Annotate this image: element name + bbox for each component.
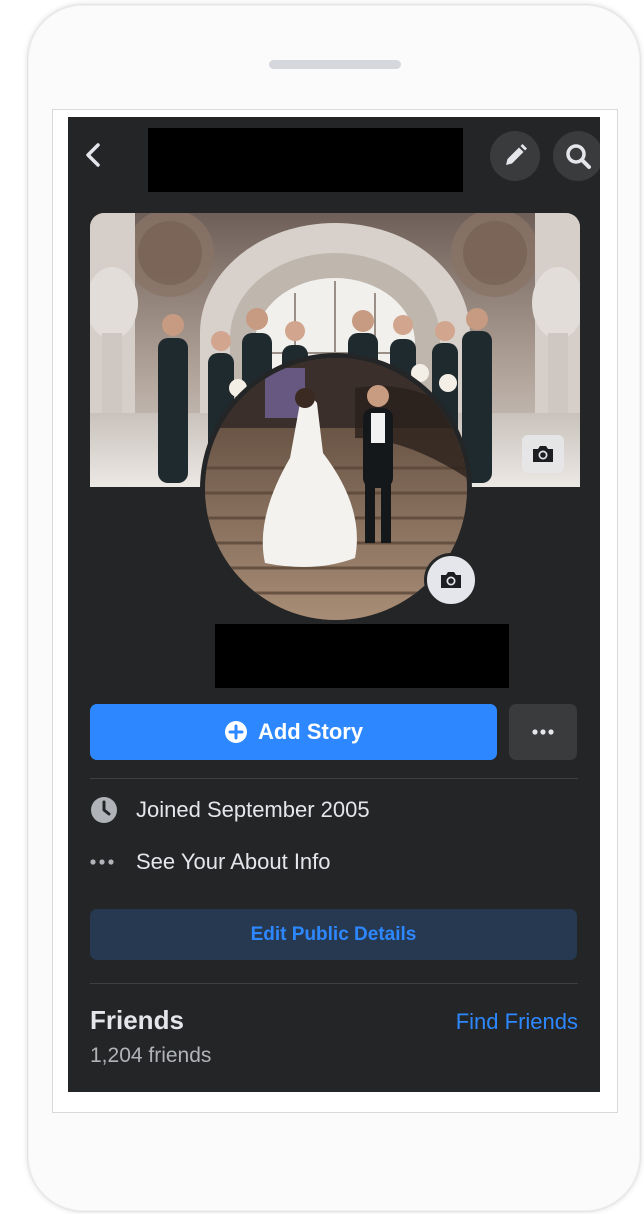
ellipsis-icon xyxy=(532,729,554,735)
phone-frame: Add Story Joined September 2005 See Your… xyxy=(27,4,641,1212)
search-button[interactable] xyxy=(553,131,600,181)
add-story-button[interactable]: Add Story xyxy=(90,704,497,760)
redacted-profile-name xyxy=(215,624,509,688)
plus-circle-icon xyxy=(224,721,247,743)
redacted-name-header xyxy=(148,128,463,192)
profile-screen: Add Story Joined September 2005 See Your… xyxy=(68,117,600,1092)
clock-icon xyxy=(90,796,120,824)
more-options-button[interactable] xyxy=(509,704,577,760)
joined-date-row: Joined September 2005 xyxy=(90,792,370,828)
edit-public-details-label: Edit Public Details xyxy=(250,923,417,945)
divider xyxy=(90,983,578,984)
divider xyxy=(90,778,578,779)
add-story-label: Add Story xyxy=(257,719,364,744)
phone-speaker xyxy=(269,60,401,69)
cover-camera-button[interactable] xyxy=(522,435,564,473)
edit-profile-button[interactable] xyxy=(490,131,540,181)
see-about-info-text: See Your About Info xyxy=(136,849,331,874)
friends-section-title: Friends xyxy=(90,1005,184,1035)
see-about-info-row[interactable]: See Your About Info xyxy=(90,844,331,880)
avatar-camera-button[interactable] xyxy=(424,553,478,607)
friends-count: 1,204 friends xyxy=(90,1044,212,1067)
pencil-icon xyxy=(506,144,527,165)
edit-public-details-button[interactable]: Edit Public Details xyxy=(90,909,577,960)
camera-icon xyxy=(533,446,553,462)
joined-date-text: Joined September 2005 xyxy=(136,797,370,822)
back-button[interactable] xyxy=(78,137,108,173)
ellipsis-icon xyxy=(90,859,120,865)
camera-icon xyxy=(441,572,461,588)
find-friends-link[interactable]: Find Friends xyxy=(456,1009,578,1035)
chevron-left-icon xyxy=(86,143,100,167)
search-icon xyxy=(566,144,591,169)
